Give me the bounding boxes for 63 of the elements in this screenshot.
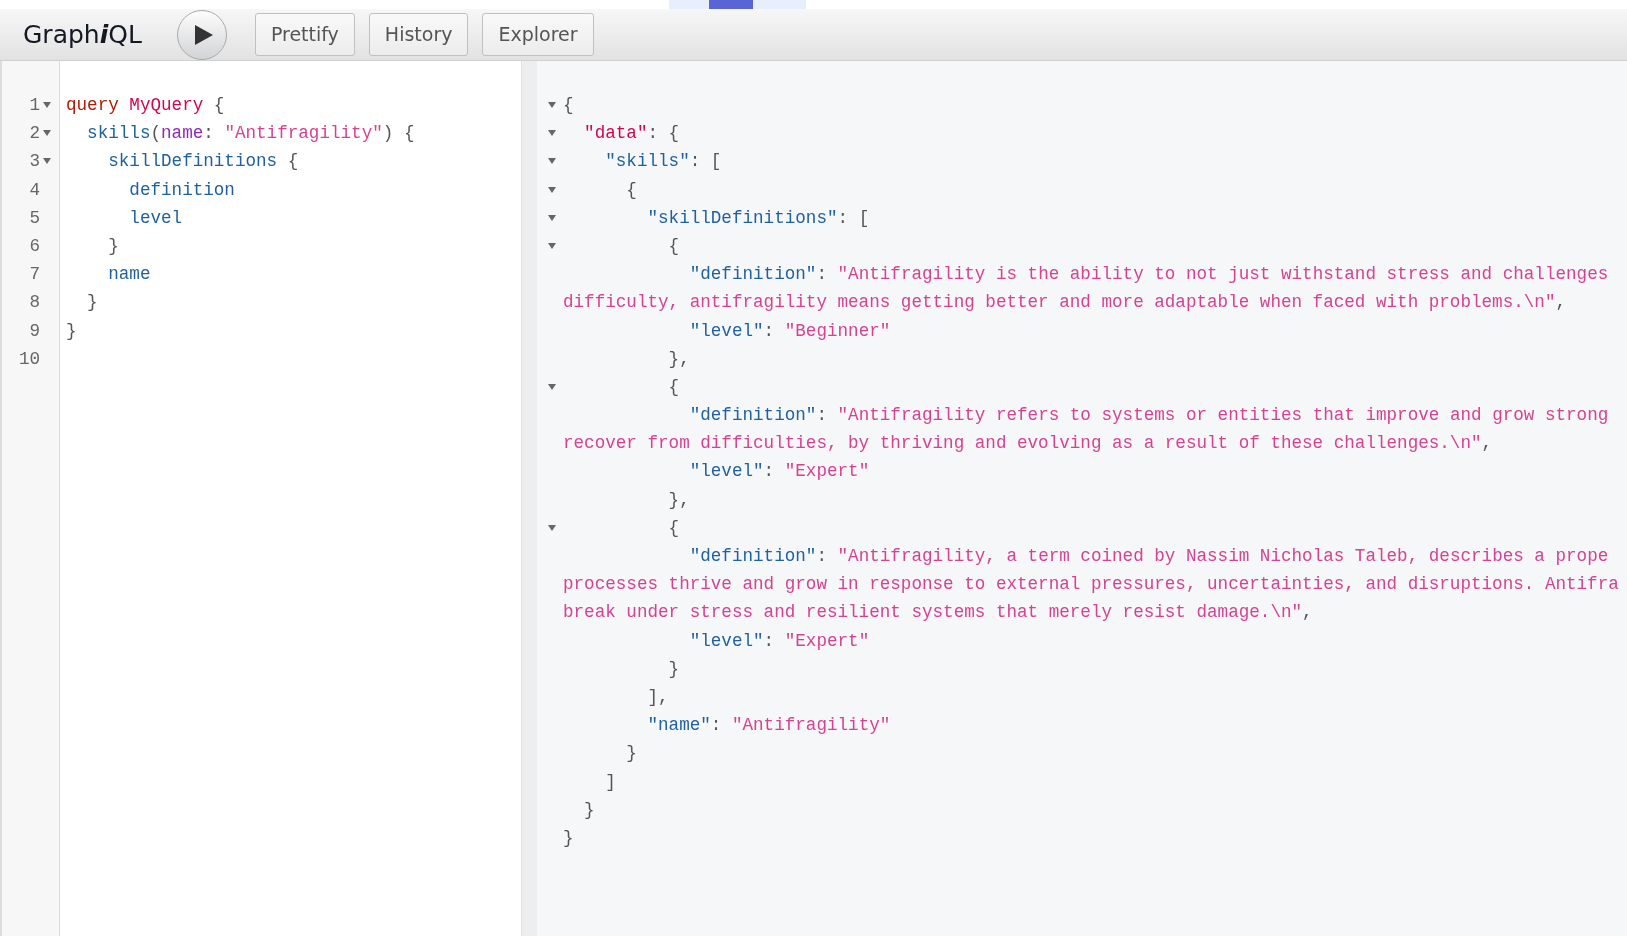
code-line: "skillDefinitions": [ — [646, 206, 871, 230]
toolbar-button[interactable]: Explorer — [482, 13, 594, 56]
fold-arrow-icon[interactable] — [43, 130, 51, 137]
code-line: "definition": "Antifragility is the ability to not just withstand stress and challenges — [688, 263, 1610, 287]
line-number: 7 — [28, 263, 40, 287]
fold-arrow-icon[interactable] — [548, 130, 556, 137]
code-line: "definition": "Antifragility refers to systems or entities that improve and grow strong — [688, 404, 1610, 428]
code-line: recover from difficulties, by thriving and evolving as a result of these challenges.\n", — [563, 432, 1494, 456]
fold-arrow-icon[interactable] — [548, 243, 556, 250]
code-line: "skills": [ — [604, 150, 723, 174]
fold-arrow-icon[interactable] — [548, 524, 556, 531]
code-line: } — [625, 742, 638, 766]
code-line: "level": "Beginner" — [688, 319, 892, 343]
fold-arrow-icon[interactable] — [548, 102, 556, 109]
fold-arrow-icon[interactable] — [548, 214, 556, 221]
code-line: } — [583, 798, 596, 822]
code-line: ] — [604, 770, 617, 794]
line-number: 9 — [28, 319, 40, 343]
line-number: 2 — [28, 122, 40, 146]
code-line: "level": "Expert" — [688, 629, 871, 653]
code-line: { — [667, 234, 681, 258]
line-number: 6 — [28, 234, 40, 258]
code-line: difficulty, antifragility means getting better and more adaptable when faced with problems.\n", — [563, 291, 1567, 315]
toolbar-button[interactable]: Prettify — [254, 13, 355, 56]
code-line: } — [107, 234, 120, 258]
code-line: skills(name: "Antifragility") { — [86, 122, 416, 146]
line-number: 3 — [28, 150, 40, 174]
code-line: "name": "Antifragility" — [646, 714, 892, 738]
code-line: }, — [667, 347, 691, 371]
code-line: ], — [646, 685, 670, 709]
code-line: "level": "Expert" — [688, 460, 871, 484]
fold-arrow-icon[interactable] — [43, 102, 51, 109]
line-number: 8 — [28, 291, 40, 315]
fold-arrow-icon[interactable] — [548, 158, 556, 165]
code-line: { — [667, 375, 681, 399]
line-number: 5 — [28, 206, 40, 230]
code-line: { — [667, 516, 681, 540]
code-line: { — [563, 94, 575, 117]
code-line: definition — [128, 178, 236, 202]
app-title: GraphiQL — [23, 18, 142, 51]
code-line: name — [107, 263, 152, 287]
line-number: 1 — [28, 94, 40, 117]
fold-arrow-icon[interactable] — [548, 186, 556, 193]
code-line: query MyQuery { — [66, 94, 226, 117]
code-line: } — [563, 826, 575, 850]
code-line: }, — [667, 488, 691, 512]
run-button[interactable] — [176, 9, 227, 60]
code-line: break under stress and resilient systems that merely resist damage.\n", — [563, 601, 1314, 625]
toolbar-button[interactable]: History — [368, 13, 469, 56]
code-line: { — [625, 178, 638, 202]
code-line: } — [667, 657, 681, 681]
code-line: level — [128, 206, 184, 230]
code-line: "data": { — [583, 122, 681, 146]
line-number: 4 — [28, 178, 40, 202]
fold-arrow-icon[interactable] — [548, 383, 556, 390]
code-line: } — [86, 291, 99, 315]
code-line: "definition": "Antifragility, a term coined by Nassim Nicholas Taleb, describes a prope — [688, 545, 1610, 568]
code-line: skillDefinitions { — [107, 150, 300, 174]
code-line: } — [66, 319, 78, 343]
code-line: processes thrive and grow in response to external pressures, uncertainties, and disruptions. Antifra — [563, 573, 1619, 597]
fold-arrow-icon[interactable] — [43, 158, 51, 165]
line-number: 10 — [17, 347, 40, 371]
play-icon — [194, 24, 213, 45]
